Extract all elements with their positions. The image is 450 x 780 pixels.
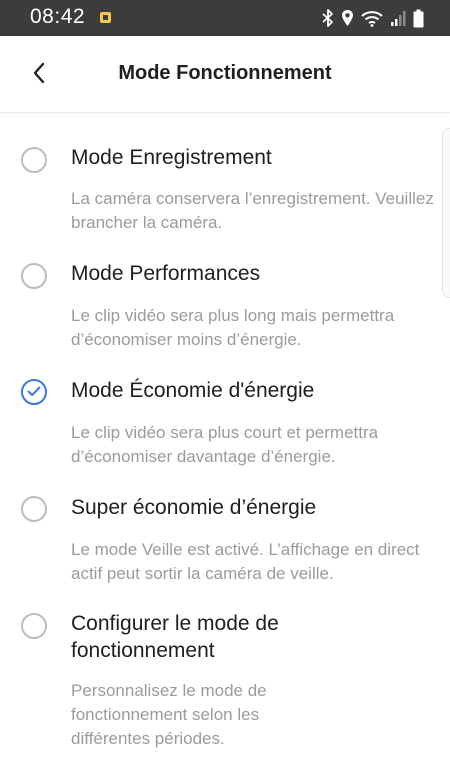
scroll-indicator[interactable] [442, 128, 450, 298]
option-label[interactable]: Mode Enregistrement [71, 144, 411, 171]
location-icon [341, 9, 354, 27]
option-description: Personnalisez le mode de fonctionnement … [71, 681, 267, 748]
option-label[interactable]: Super économie d’énergie [71, 494, 411, 521]
notification-icon [100, 12, 111, 23]
wifi-icon [361, 10, 383, 27]
option-description: Le clip vidéo sera plus court et permett… [71, 423, 379, 466]
status-bar: 08:42 [0, 0, 450, 36]
status-icons [322, 7, 424, 29]
option-description: La caméra conservera l’enregistrement. V… [71, 189, 434, 232]
battery-icon [413, 9, 424, 28]
option-label[interactable]: Mode Performances [71, 260, 411, 287]
option-label[interactable]: Configurer le mode de fonctionnement [71, 610, 371, 664]
radio-button-selected[interactable] [21, 379, 47, 405]
radio-button[interactable] [21, 263, 47, 289]
radio-button[interactable] [21, 147, 47, 173]
checkmark-icon [27, 386, 41, 396]
option-label[interactable]: Mode Économie d'énergie [71, 377, 411, 404]
status-time: 08:42 [30, 5, 86, 28]
bluetooth-icon [322, 9, 334, 27]
app-bar: Mode Fonctionnement [0, 36, 450, 113]
radio-button[interactable] [21, 496, 47, 522]
signal-icon [390, 10, 406, 27]
option-description: Le mode Veille est activé. L’affichage e… [71, 540, 420, 583]
page-title: Mode Fonctionnement [118, 62, 332, 84]
radio-button[interactable] [21, 613, 47, 639]
option-description: Le clip vidéo sera plus long mais permet… [71, 306, 395, 349]
